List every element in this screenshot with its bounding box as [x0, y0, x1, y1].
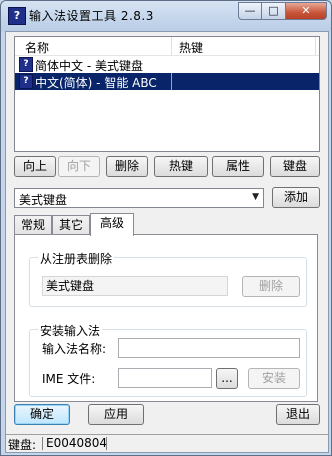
keyboard-layout-value: 美式键盘 — [19, 193, 68, 207]
add-button[interactable]: 添加 — [272, 187, 320, 208]
list-item-name: 简体中文 - 美式键盘 — [35, 59, 143, 73]
client-area: 名称 热键 ? 简体中文 - 美式键盘 ? 中文(简体) - 智能 ABC 向上… — [5, 31, 329, 453]
ime-file-label: IME 文件: — [42, 372, 96, 386]
apply-button[interactable]: 应用 — [88, 404, 144, 425]
status-keyboard-label: 键盘: — [8, 438, 37, 452]
chevron-down-icon[interactable]: ▼ — [252, 192, 259, 202]
install-ime-group: 安装输入法 输入法名称: IME 文件: ... 安装 — [29, 322, 307, 397]
registry-layout-field[interactable]: 美式键盘 — [42, 276, 228, 296]
hotkey-button[interactable]: 热键 — [154, 156, 208, 177]
close-icon: ✕ — [301, 4, 311, 17]
app-window: ? 输入法设置工具 2.8.3 — □ ✕ 名称 热键 ? 简体中文 - 美式键… — [0, 0, 332, 456]
advanced-tab-panel: 从注册表删除 美式键盘 删除 安装输入法 输入法名称: IME 文件: ... … — [14, 234, 318, 402]
registry-delete-group-title: 从注册表删除 — [38, 250, 115, 267]
tab-general[interactable]: 常规 — [14, 215, 52, 235]
list-header: 名称 热键 — [15, 37, 319, 56]
input-method-icon: ? — [19, 57, 33, 72]
exit-button[interactable]: 退出 — [276, 404, 320, 425]
browse-button[interactable]: ... — [216, 368, 238, 389]
registry-delete-group: 从注册表删除 美式键盘 删除 — [29, 250, 307, 307]
column-separator[interactable] — [171, 37, 172, 55]
tab-bar: 常规 其它 高级 — [14, 213, 320, 236]
input-method-icon: ? — [19, 74, 33, 89]
app-icon: ? — [8, 7, 26, 25]
move-down-button[interactable]: 向下 — [58, 156, 100, 177]
ime-file-input[interactable] — [118, 368, 212, 388]
ime-name-label: 输入法名称: — [42, 342, 107, 356]
column-hotkey-header[interactable]: 热键 — [179, 39, 203, 56]
registry-delete-button[interactable]: 删除 — [242, 276, 300, 297]
column-divider — [171, 73, 172, 90]
status-keyboard-value: E0040804 — [46, 436, 108, 450]
column-name-header[interactable]: 名称 — [25, 39, 49, 56]
tab-advanced[interactable]: 高级 — [90, 213, 134, 236]
window-title: 输入法设置工具 2.8.3 — [29, 9, 154, 23]
minimize-icon: — — [244, 4, 256, 17]
close-button[interactable]: ✕ — [286, 2, 327, 20]
move-up-button[interactable]: 向上 — [14, 156, 56, 177]
minimize-button[interactable]: — — [238, 2, 262, 20]
list-item-selected[interactable]: ? 中文(简体) - 智能 ABC — [15, 73, 319, 90]
status-separator — [42, 437, 43, 450]
tab-other[interactable]: 其它 — [52, 215, 90, 235]
list-item-name: 中文(简体) - 智能 ABC — [35, 76, 157, 90]
properties-button[interactable]: 属性 — [212, 156, 264, 177]
list-item[interactable]: ? 简体中文 - 美式键盘 — [15, 56, 319, 73]
ime-name-input[interactable] — [118, 338, 300, 358]
status-separator — [106, 437, 107, 450]
ok-button[interactable]: 确定 — [14, 404, 70, 425]
maximize-button[interactable]: □ — [262, 2, 286, 20]
install-button[interactable]: 安装 — [248, 368, 300, 389]
install-ime-group-title: 安装输入法 — [38, 322, 103, 339]
keyboard-button[interactable]: 键盘 — [270, 156, 320, 177]
delete-button[interactable]: 删除 — [106, 156, 148, 177]
status-bar: 键盘: E0040804 — [6, 434, 328, 452]
column-separator[interactable] — [315, 37, 316, 55]
maximize-icon: □ — [268, 4, 279, 17]
title-bar[interactable]: ? 输入法设置工具 2.8.3 — □ ✕ — [1, 1, 331, 31]
keyboard-layout-select[interactable]: 美式键盘 ▼ — [14, 188, 264, 208]
input-method-list[interactable]: 名称 热键 ? 简体中文 - 美式键盘 ? 中文(简体) - 智能 ABC — [14, 36, 320, 152]
